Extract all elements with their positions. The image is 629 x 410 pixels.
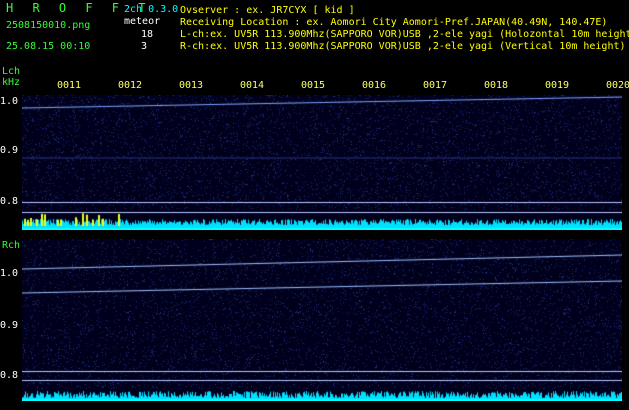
time-tick-label: 0011 bbox=[57, 80, 82, 91]
mode-label: 2ch 0.3.0 bbox=[124, 4, 179, 15]
lch-label: Lch bbox=[2, 66, 21, 77]
rch-freq-label: 0.9 bbox=[0, 320, 19, 331]
lch-spectrogram-canvas bbox=[22, 95, 622, 230]
lch-info-line: L-ch:ex. UV5R 113.900Mhz(SAPPORO VOR)USB… bbox=[180, 29, 629, 40]
filename-label: 2508150010.png bbox=[6, 20, 91, 31]
time-tick-label: 0017 bbox=[423, 80, 448, 91]
lch-count: 18 bbox=[141, 29, 154, 40]
time-tick-label: 0020 bbox=[606, 80, 629, 91]
location-line: Receiving Location : ex. Aomori City Aom… bbox=[180, 17, 608, 28]
rch-freq-label: 0.8 bbox=[0, 370, 19, 381]
time-tick-label: 0018 bbox=[484, 80, 509, 91]
khz-unit-label: kHz bbox=[2, 77, 21, 88]
rch-count: 3 bbox=[141, 41, 148, 52]
observer-line: Ovserver : ex. JR7CYX [ kid ] bbox=[180, 5, 355, 16]
time-tick-label: 0016 bbox=[362, 80, 387, 91]
rch-freq-label: 1.0 bbox=[0, 268, 19, 279]
time-tick-label: 0019 bbox=[545, 80, 570, 91]
rch-info-line: R-ch:ex. UV5R 113.900Mhz(SAPPORO VOR)USB… bbox=[180, 41, 626, 52]
lch-freq-label: 1.0 bbox=[0, 96, 19, 107]
time-tick-label: 0013 bbox=[179, 80, 204, 91]
time-tick-label: 0012 bbox=[118, 80, 143, 91]
timestamp-label: 25.08.15 00:10 bbox=[6, 41, 91, 52]
counter-label: meteor bbox=[124, 16, 161, 27]
time-tick-label: 0015 bbox=[301, 80, 326, 91]
time-tick-label: 0014 bbox=[240, 80, 265, 91]
rch-label: Rch bbox=[2, 240, 21, 251]
lch-spectrogram bbox=[22, 95, 622, 230]
rch-spectrogram bbox=[22, 239, 622, 401]
lch-freq-label: 0.9 bbox=[0, 145, 19, 156]
lch-freq-label: 0.8 bbox=[0, 196, 19, 207]
rch-spectrogram-canvas bbox=[22, 239, 622, 401]
